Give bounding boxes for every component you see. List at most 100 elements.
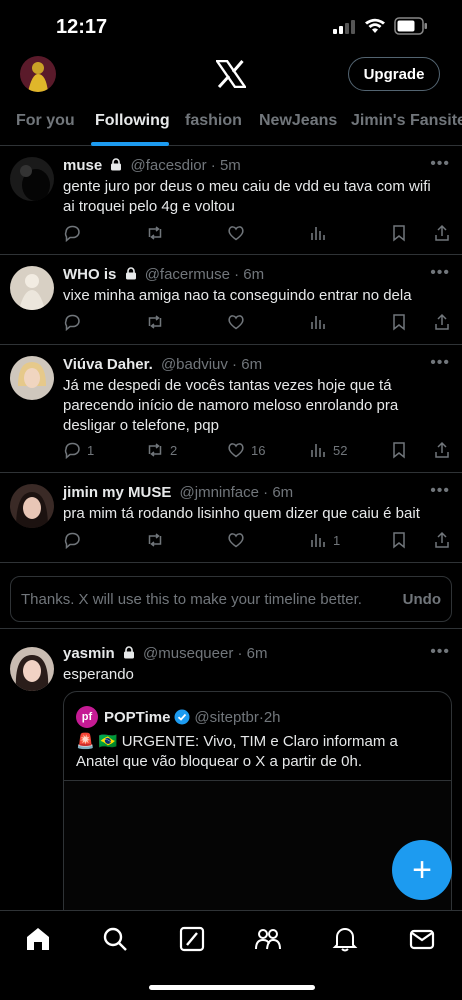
home-icon[interactable]: [24, 925, 52, 953]
author-handle: @facesdior: [130, 157, 207, 174]
lock-icon: [111, 158, 122, 171]
views-count: 52: [333, 442, 348, 458]
like-button[interactable]: [227, 312, 251, 332]
bookmark-button[interactable]: [390, 312, 408, 332]
views-icon: [311, 534, 325, 547]
avatar[interactable]: [10, 266, 54, 310]
author-name[interactable]: WHO is: [63, 266, 116, 283]
post[interactable]: WHO is @facermuse · 6m ••• vixe minha am…: [0, 256, 462, 345]
more-options-icon[interactable]: •••: [430, 354, 450, 372]
more-options-icon[interactable]: •••: [430, 264, 450, 282]
post-time: 6m: [243, 266, 265, 283]
avatar[interactable]: [10, 356, 54, 400]
active-tab-indicator: [91, 142, 169, 146]
reply-button[interactable]: [63, 530, 87, 550]
feedback-banner: Thanks. X will use this to make your tim…: [10, 576, 452, 622]
author-handle: @musequeer: [143, 645, 234, 662]
quoted-post-time: 2h: [263, 708, 281, 726]
repost-icon: [148, 226, 162, 240]
feedback-message: Thanks. X will use this to make your tim…: [21, 591, 362, 608]
bookmark-button[interactable]: [390, 440, 408, 460]
avatar[interactable]: [10, 647, 54, 691]
share-button[interactable]: [433, 312, 451, 332]
heart-icon: [228, 533, 244, 548]
views-button[interactable]: 52: [309, 440, 347, 460]
share-button[interactable]: [433, 223, 451, 243]
bookmark-button[interactable]: [390, 223, 408, 243]
author-name[interactable]: muse: [63, 157, 102, 174]
avatar[interactable]: [10, 484, 54, 528]
author-name[interactable]: Viúva Daher.: [63, 356, 153, 373]
grok-icon[interactable]: [178, 925, 206, 953]
bookmark-button[interactable]: [390, 530, 408, 550]
repost-button[interactable]: 2: [146, 440, 177, 460]
reply-button[interactable]: [63, 312, 87, 332]
post-text: gente juro por deus o meu caiu de vdd eu…: [63, 178, 431, 215]
views-icon: [311, 316, 325, 329]
repost-button[interactable]: [146, 530, 170, 550]
post-time: 6m: [241, 356, 263, 373]
tab-for-you[interactable]: For you: [16, 112, 75, 130]
more-options-icon[interactable]: •••: [430, 482, 450, 500]
upgrade-button[interactable]: Upgrade: [348, 57, 440, 91]
tab-jimins-fansite[interactable]: Jimin's Fansite: [351, 112, 462, 130]
status-time: 12:17: [56, 16, 108, 38]
more-options-icon[interactable]: •••: [430, 643, 450, 661]
share-icon: [435, 224, 449, 241]
share-icon: [435, 313, 449, 330]
post-time: 6m: [272, 484, 294, 501]
post-time: 5m: [219, 157, 241, 174]
repost-button[interactable]: [146, 223, 170, 243]
repost-icon: [148, 315, 162, 329]
views-button[interactable]: [309, 312, 333, 332]
timeline-tabs: For you Following fashion NewJeans Jimin…: [0, 104, 462, 146]
share-button[interactable]: [433, 530, 451, 550]
like-button[interactable]: [227, 530, 251, 550]
tab-following[interactable]: Following: [95, 112, 170, 130]
reply-icon: [64, 314, 80, 331]
x-logo-icon: [216, 60, 246, 88]
tab-fashion[interactable]: fashion: [185, 112, 242, 130]
bookmark-icon: [393, 314, 405, 331]
avatar[interactable]: [10, 157, 54, 201]
profile-avatar[interactable]: [20, 56, 56, 92]
home-indicator: [149, 985, 315, 990]
reply-icon: [64, 442, 80, 459]
tab-newjeans[interactable]: NewJeans: [259, 112, 337, 130]
reply-button[interactable]: 1: [63, 440, 94, 460]
views-button[interactable]: 1: [309, 530, 340, 550]
search-icon[interactable]: [101, 925, 129, 953]
post[interactable]: muse @facesdior · 5m ••• gente juro por …: [0, 147, 462, 255]
share-button[interactable]: [433, 440, 451, 460]
bookmark-icon: [393, 442, 405, 459]
author-handle: @badviuv: [160, 356, 228, 373]
messages-icon[interactable]: [408, 925, 436, 953]
reply-button[interactable]: [63, 223, 87, 243]
repost-button[interactable]: [146, 312, 170, 332]
notifications-icon[interactable]: [331, 925, 359, 953]
verified-badge-icon: [174, 709, 190, 725]
views-count: 1: [333, 532, 341, 548]
bookmark-icon: [393, 532, 405, 549]
author-name[interactable]: yasmin: [63, 645, 115, 662]
more-options-icon[interactable]: •••: [430, 155, 450, 173]
author-name[interactable]: jimin my MUSE: [63, 484, 171, 501]
post-text: vixe minha amiga nao ta conseguindo entr…: [63, 287, 412, 304]
quoted-avatar[interactable]: pf: [76, 706, 98, 728]
compose-post-button[interactable]: +: [392, 840, 452, 900]
cellular-signal-icon: [333, 20, 355, 34]
like-button[interactable]: [227, 223, 251, 243]
undo-button[interactable]: Undo: [403, 591, 441, 608]
post[interactable]: Viúva Daher. @badviuv · 6m ••• Já me des…: [0, 346, 462, 473]
post[interactable]: jimin my MUSE @jmninface · 6m ••• pra mi…: [0, 474, 462, 563]
author-handle: @facermuse: [144, 266, 230, 283]
share-icon: [435, 441, 449, 458]
heart-icon: [228, 443, 244, 458]
like-button[interactable]: 16: [227, 440, 265, 460]
communities-icon[interactable]: [254, 925, 282, 953]
repost-icon: [148, 533, 162, 547]
views-icon: [311, 227, 325, 240]
views-button[interactable]: [309, 223, 333, 243]
battery-icon: [394, 17, 427, 35]
quoted-author-name[interactable]: POPTime: [104, 709, 170, 726]
